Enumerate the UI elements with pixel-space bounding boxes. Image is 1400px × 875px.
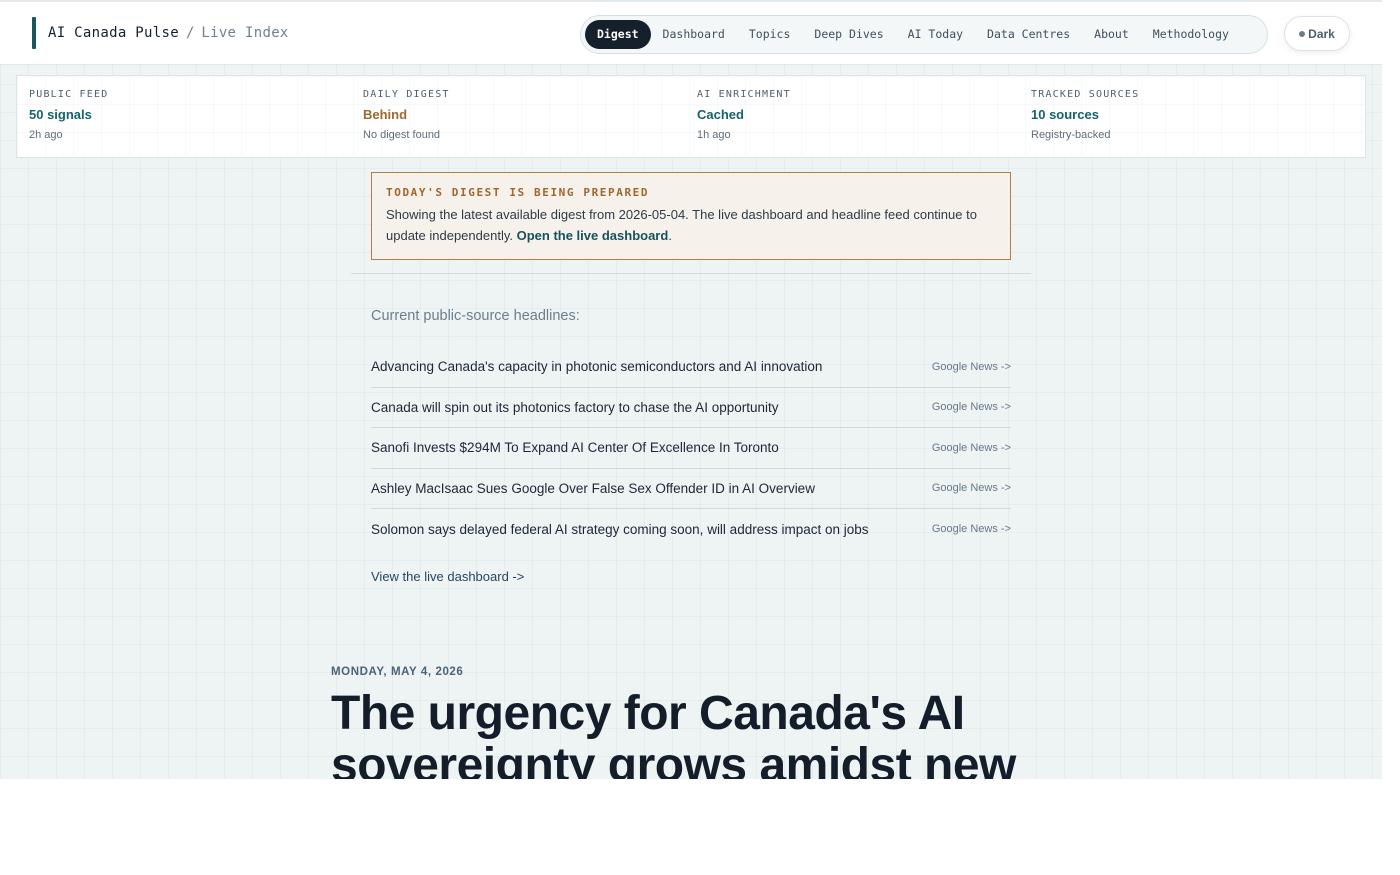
headline-title[interactable]: Ashley MacIsaac Sues Google Over False S… bbox=[371, 481, 815, 496]
notice-trailing: . bbox=[668, 228, 672, 243]
headline-row[interactable]: Solomon says delayed federal AI strategy… bbox=[371, 509, 1011, 550]
status-value: 50 signals bbox=[29, 107, 92, 122]
nav-item-topics[interactable]: Topics bbox=[737, 20, 803, 49]
brand-accent-bar bbox=[32, 17, 36, 49]
notice-body: Showing the latest available digest from… bbox=[386, 207, 977, 243]
digest-headline: The urgency for Canada's AI sovereignty … bbox=[331, 687, 1016, 780]
status-public-feed: PUBLIC FEED 50 signals 2h ago bbox=[17, 76, 351, 157]
brand[interactable]: AI Canada Pulse / Live Index bbox=[32, 16, 289, 50]
status-label: TRACKED SOURCES bbox=[1031, 89, 1140, 100]
headline-source-link[interactable]: Google News -> bbox=[932, 442, 1011, 454]
scrollbar[interactable] bbox=[1382, 0, 1400, 779]
headline-row[interactable]: Canada will spin out its photonics facto… bbox=[371, 388, 1011, 428]
headline-source-link[interactable]: Google News -> bbox=[932, 361, 1011, 373]
headline-source-link[interactable]: Google News -> bbox=[932, 523, 1011, 535]
nav-item-methodology[interactable]: Methodology bbox=[1141, 20, 1241, 49]
status-note: 1h ago bbox=[697, 129, 731, 141]
status-value: Cached bbox=[697, 107, 744, 122]
section-divider bbox=[351, 273, 1031, 274]
nav-item-about[interactable]: About bbox=[1082, 20, 1141, 49]
digest-date: MONDAY, MAY 4, 2026 bbox=[331, 666, 464, 678]
headline-row[interactable]: Ashley MacIsaac Sues Google Over False S… bbox=[371, 469, 1011, 509]
view-live-dashboard-link[interactable]: View the live dashboard -> bbox=[371, 569, 524, 584]
status-label: AI ENRICHMENT bbox=[697, 89, 791, 100]
nav-item-digest[interactable]: Digest bbox=[585, 20, 651, 49]
headline-title[interactable]: Solomon says delayed federal AI strategy… bbox=[371, 522, 869, 537]
headline-list: Advancing Canada's capacity in photonic … bbox=[371, 347, 1011, 550]
status-note: 2h ago bbox=[29, 129, 63, 141]
headline-source-link[interactable]: Google News -> bbox=[932, 401, 1011, 413]
status-value: 10 sources bbox=[1031, 107, 1099, 122]
status-label: PUBLIC FEED bbox=[29, 89, 109, 100]
top-navigation-bar: AI Canada Pulse / Live Index Digest Dash… bbox=[0, 0, 1382, 65]
nav-item-dashboard[interactable]: Dashboard bbox=[651, 20, 737, 49]
status-tracked-sources: TRACKED SOURCES 10 sources Registry-back… bbox=[1019, 76, 1353, 157]
main-nav: Digest Dashboard Topics Deep Dives AI To… bbox=[580, 15, 1268, 54]
headline-row[interactable]: Sanofi Invests $294M To Expand AI Center… bbox=[371, 428, 1011, 469]
page-viewport[interactable]: AI Canada Pulse / Live Index Digest Dash… bbox=[0, 0, 1382, 779]
status-strip: PUBLIC FEED 50 signals 2h ago DAILY DIGE… bbox=[16, 75, 1366, 158]
brand-subtitle: Live Index bbox=[201, 25, 289, 41]
status-note: No digest found bbox=[363, 129, 441, 141]
notice-title: TODAY'S DIGEST IS BEING PREPARED bbox=[386, 186, 650, 199]
notice-text: Showing the latest available digest from… bbox=[386, 204, 996, 246]
dark-mode-toggle[interactable]: Dark bbox=[1284, 16, 1350, 51]
status-label: DAILY DIGEST bbox=[363, 89, 450, 100]
headline-title[interactable]: Sanofi Invests $294M To Expand AI Center… bbox=[371, 440, 779, 455]
headline-title[interactable]: Advancing Canada's capacity in photonic … bbox=[371, 359, 822, 374]
headline-title[interactable]: Canada will spin out its photonics facto… bbox=[371, 400, 779, 415]
headlines-title: Current public-source headlines: bbox=[371, 308, 580, 324]
brand-separator: / bbox=[185, 25, 195, 41]
nav-item-deep-dives[interactable]: Deep Dives bbox=[802, 20, 895, 49]
digest-preparing-notice: TODAY'S DIGEST IS BEING PREPARED Showing… bbox=[371, 172, 1011, 260]
nav-item-data-centres[interactable]: Data Centres bbox=[975, 20, 1082, 49]
status-value: Behind bbox=[363, 107, 408, 122]
dot-icon bbox=[1299, 30, 1306, 37]
status-note: Registry-backed bbox=[1031, 129, 1111, 141]
nav-item-ai-today[interactable]: AI Today bbox=[896, 20, 975, 49]
dark-mode-label: Dark bbox=[1308, 26, 1335, 41]
brand-title: AI Canada Pulse bbox=[48, 25, 179, 41]
status-daily-digest: DAILY DIGEST Behind No digest found bbox=[351, 76, 685, 157]
headline-source-link[interactable]: Google News -> bbox=[932, 482, 1011, 494]
open-live-dashboard-link[interactable]: Open the live dashboard bbox=[517, 228, 669, 243]
headline-row[interactable]: Advancing Canada's capacity in photonic … bbox=[371, 347, 1011, 388]
status-ai-enrichment: AI ENRICHMENT Cached 1h ago bbox=[685, 76, 1019, 157]
